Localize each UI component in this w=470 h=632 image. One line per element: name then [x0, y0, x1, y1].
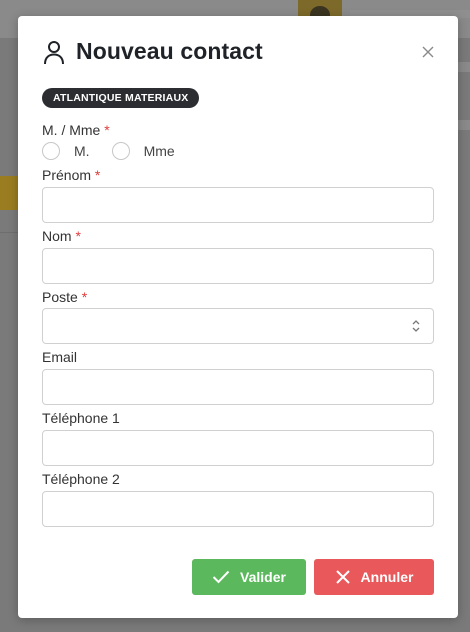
close-icon[interactable] — [420, 44, 436, 60]
chevron-updown-icon — [412, 320, 420, 332]
email-input[interactable] — [42, 369, 434, 405]
first-name-input[interactable] — [42, 187, 434, 223]
phone1-input[interactable] — [42, 430, 434, 466]
civility-radio-group: M. Mme — [42, 142, 197, 160]
phone1-label: Téléphone 1 — [42, 410, 120, 426]
phone2-input[interactable] — [42, 491, 434, 527]
cancel-button[interactable]: Annuler — [314, 559, 434, 595]
x-icon — [335, 570, 350, 584]
radio-m[interactable] — [42, 142, 60, 160]
first-name-label: Prénom * — [42, 167, 101, 183]
background-edge — [458, 62, 470, 72]
required-marker: * — [75, 228, 81, 244]
required-marker: * — [104, 122, 110, 138]
required-marker: * — [81, 289, 88, 305]
last-name-label: Nom * — [42, 228, 81, 244]
radio-mme[interactable] — [111, 142, 130, 160]
last-name-input[interactable] — [42, 248, 434, 284]
modal-header: Nouveau contact — [42, 38, 263, 65]
modal-title: Nouveau contact — [76, 38, 263, 64]
radio-mme-label[interactable]: Mme — [144, 143, 175, 159]
position-select[interactable] — [42, 308, 434, 344]
email-label: Email — [42, 349, 78, 365]
cancel-button-label: Annuler — [360, 569, 414, 585]
radio-m-label[interactable]: M. — [74, 143, 90, 159]
background-side-tab — [0, 176, 20, 210]
phone2-label: Téléphone 2 — [42, 471, 120, 487]
required-marker: * — [94, 167, 101, 183]
company-badge: ATLANTIQUE MATERIAUX — [42, 88, 200, 108]
new-contact-modal: Nouveau contact ATLANTIQUE MATERIAUX M. … — [18, 16, 458, 618]
validate-button[interactable]: Valider — [192, 559, 306, 595]
validate-button-label: Valider — [240, 569, 286, 585]
user-icon — [44, 40, 64, 64]
position-label: Poste * — [42, 289, 88, 305]
background-edge — [458, 120, 470, 130]
check-icon — [212, 570, 230, 584]
civility-label: M. / Mme * — [42, 122, 110, 138]
background-divider — [0, 232, 20, 233]
